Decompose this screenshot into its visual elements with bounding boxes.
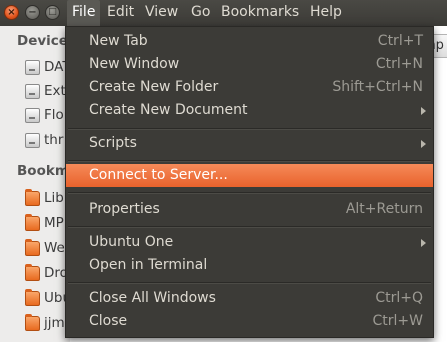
sidebar-device-item[interactable]: DAT [25, 57, 70, 79]
menu-separator [68, 282, 431, 284]
sidebar-bookmark-item[interactable]: MP [25, 213, 70, 235]
menu-edit[interactable]: Edit [102, 0, 139, 26]
menu-item-label: Properties [89, 201, 160, 217]
sidebar-item-label: thr [44, 132, 64, 148]
menu-item-label: Open in Terminal [89, 257, 208, 273]
menu-item-label: Close All Windows [89, 290, 216, 306]
menu-separator [68, 226, 431, 228]
menu-help[interactable]: Help [305, 0, 347, 26]
sidebar-item-label: jjm [44, 315, 65, 331]
menu-item-open-in-terminal[interactable]: Open in Terminal [66, 254, 433, 277]
menu-separator [68, 128, 431, 130]
menu-item-label: Scripts [89, 135, 137, 151]
bookmarks-heading: Bookm [17, 163, 69, 179]
menu-bookmarks[interactable]: Bookmarks [216, 0, 304, 26]
menu-item-label: Ubuntu One [89, 234, 174, 250]
sidebar-bookmark-item[interactable]: We [25, 238, 70, 260]
minimize-icon: − [28, 6, 37, 18]
menu-view[interactable]: View [140, 0, 183, 26]
menu-item-close[interactable]: Close Ctrl+W [66, 310, 433, 333]
menu-separator [68, 192, 431, 194]
menu-item-close-all-windows[interactable]: Close All Windows Ctrl+Q [66, 287, 433, 310]
sidebar-item-label: MP [44, 215, 64, 231]
menu-item-shortcut: Alt+Return [345, 201, 423, 217]
menu-item-properties[interactable]: Properties Alt+Return [66, 198, 433, 221]
close-icon: × [7, 6, 16, 18]
folder-icon [25, 214, 40, 231]
menu-item-shortcut: Ctrl+W [372, 313, 423, 329]
menu-item-label: Connect to Server... [89, 167, 228, 183]
sidebar-item-label: Ext [44, 83, 66, 99]
menu-item-label: New Tab [89, 33, 148, 49]
drive-icon [25, 108, 40, 123]
submenu-arrow-icon [421, 107, 426, 115]
menu-item-create-new-folder[interactable]: Create New Folder Shift+Ctrl+N [66, 76, 433, 99]
menu-item-scripts[interactable]: Scripts [66, 132, 433, 155]
menu-file[interactable]: File [67, 0, 101, 26]
folder-icon [25, 289, 40, 306]
folder-icon [25, 239, 40, 256]
menu-item-label: Close [89, 313, 128, 329]
maximize-window-button[interactable]: □ [45, 5, 60, 20]
menu-item-shortcut: Shift+Ctrl+N [332, 79, 423, 95]
file-menu-dropdown: New Tab Ctrl+T New Window Ctrl+N Create … [65, 26, 434, 338]
sidebar-device-item[interactable]: Flo [25, 105, 70, 127]
menu-item-create-new-document[interactable]: Create New Document [66, 99, 433, 122]
submenu-arrow-icon [421, 140, 426, 148]
minimize-window-button[interactable]: − [25, 5, 40, 20]
folder-icon [25, 314, 40, 331]
menu-item-new-tab[interactable]: New Tab Ctrl+T [66, 30, 433, 53]
menu-item-label: Create New Folder [89, 79, 219, 95]
sidebar-item-label: We [44, 240, 65, 256]
folder-icon [25, 189, 40, 206]
menu-item-shortcut: Ctrl+Q [375, 290, 423, 306]
drive-icon [25, 60, 40, 75]
submenu-arrow-icon [421, 239, 426, 247]
folder-icon [25, 264, 40, 281]
sidebar: Devices DAT Ext Flo thr Bookm Lib MP We … [0, 26, 70, 342]
sidebar-device-item[interactable]: Ext [25, 81, 70, 103]
maximize-icon: □ [48, 7, 57, 17]
sidebar-device-item[interactable]: thr [25, 130, 70, 152]
menu-go[interactable]: Go [186, 0, 215, 26]
drive-icon [25, 84, 40, 99]
sidebar-bookmark-item[interactable]: Lib [25, 188, 70, 210]
menu-item-label: New Window [89, 56, 180, 72]
drive-icon [25, 133, 40, 148]
menu-item-new-window[interactable]: New Window Ctrl+N [66, 53, 433, 76]
menu-item-ubuntu-one[interactable]: Ubuntu One [66, 231, 433, 254]
devices-heading: Devices [17, 33, 70, 49]
menu-separator [68, 160, 431, 162]
menu-item-connect-to-server[interactable]: Connect to Server... [66, 164, 433, 187]
sidebar-bookmark-item[interactable]: Dro [25, 263, 70, 285]
sidebar-bookmark-item[interactable]: Ubu [25, 288, 70, 310]
menu-item-shortcut: Ctrl+N [375, 56, 423, 72]
menu-item-label: Create New Document [89, 102, 248, 118]
menu-item-shortcut: Ctrl+T [377, 33, 423, 49]
sidebar-bookmark-item[interactable]: jjm [25, 313, 70, 335]
close-window-button[interactable]: × [4, 5, 19, 20]
sidebar-item-label: Lib [44, 190, 64, 206]
sidebar-item-label: Flo [44, 107, 64, 123]
menubar: × − □ File Edit View Go Bookmarks Help [0, 0, 447, 26]
